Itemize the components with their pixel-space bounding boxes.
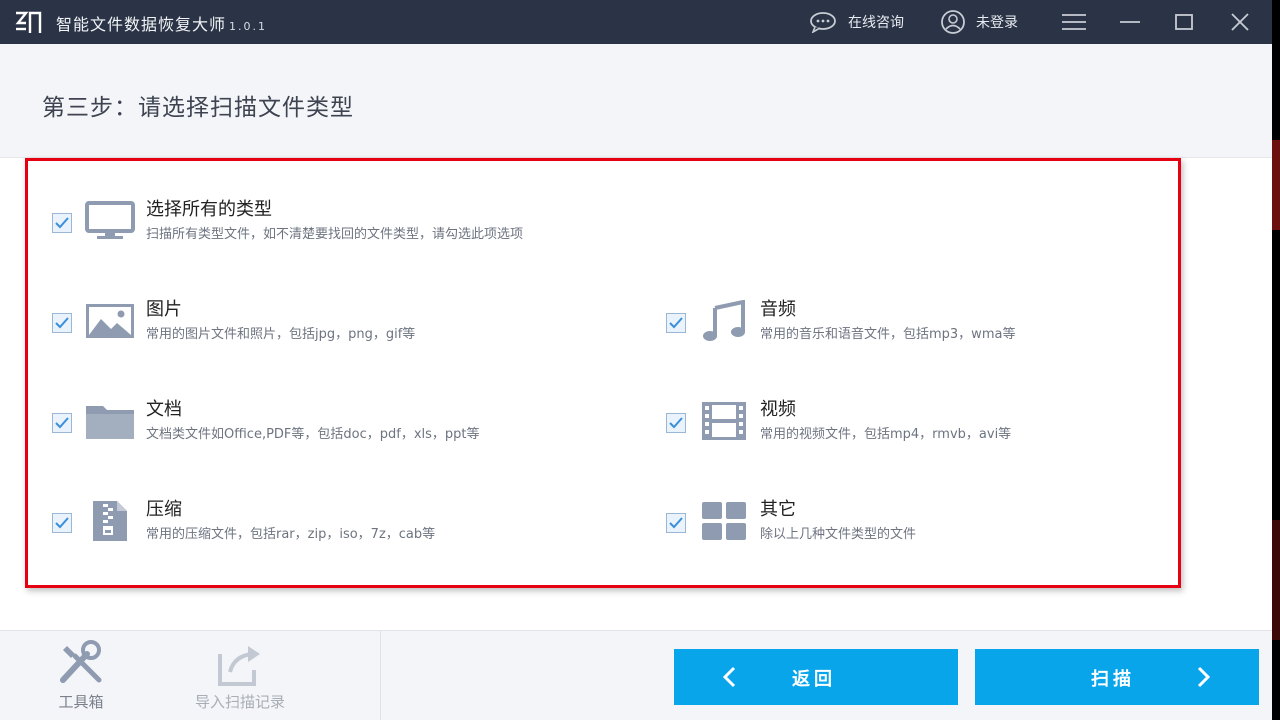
option-title: 文档 (146, 399, 182, 420)
checkbox-audio[interactable] (666, 313, 686, 333)
checkmark-icon (55, 517, 69, 529)
option-title: 视频 (760, 399, 796, 420)
import-scan-record-label: 导入扫描记录 (194, 693, 285, 711)
checkmark-icon (55, 317, 69, 329)
option-description: 扫描所有类型文件，如不清楚要找回的文件类型，请勾选此项选项 (146, 227, 524, 242)
option-title: 压缩 (146, 499, 182, 520)
checkmark-icon (55, 217, 69, 229)
online-consult-label: 在线咨询 (848, 15, 904, 31)
checkmark-icon (669, 517, 683, 529)
option-archive[interactable]: 压缩 常用的压缩文件，包括rar，zip，iso，7z，cab等 (52, 495, 612, 555)
option-description: 常用的压缩文件，包括rar，zip，iso，7z，cab等 (146, 527, 436, 542)
window-edge-strip (1272, 0, 1280, 720)
image-icon (84, 299, 136, 343)
option-title: 图片 (146, 299, 182, 320)
chevron-right-icon (1197, 666, 1211, 688)
option-other[interactable]: 其它 除以上几种文件类型的文件 (666, 495, 1146, 555)
maximize-icon (1175, 14, 1193, 30)
option-audio[interactable]: 音频 常用的音乐和语音文件，包括mp3，wma等 (666, 295, 1146, 355)
file-type-panel: 选择所有的类型 扫描所有类型文件，如不清楚要找回的文件类型，请勾选此项选项 图片… (25, 158, 1181, 588)
option-image[interactable]: 图片 常用的图片文件和照片，包括jpg，png，gif等 (52, 295, 612, 355)
checkmark-icon (669, 317, 683, 329)
option-description: 文档类文件如Office,PDF等，包括doc，pdf，xls，ppt等 (146, 427, 480, 442)
monitor-icon (84, 199, 136, 243)
option-title: 其它 (760, 499, 796, 520)
grid-icon (698, 499, 750, 543)
option-document[interactable]: 文档 文档类文件如Office,PDF等，包括doc，pdf，xls，ppt等 (52, 395, 612, 455)
option-description: 常用的图片文件和照片，包括jpg，png，gif等 (146, 327, 416, 342)
minimize-button[interactable] (1112, 6, 1148, 38)
checkbox-video[interactable] (666, 413, 686, 433)
title-bar: 智能文件数据恢复大师 1.0.1 在线咨询 未登录 (0, 0, 1272, 44)
scan-label: 扫描 (1091, 669, 1135, 689)
app-version: 1.0.1 (229, 20, 268, 33)
app-title: 智能文件数据恢复大师 1.0.1 (56, 15, 268, 34)
bottom-divider (380, 631, 381, 720)
menu-button[interactable] (1056, 6, 1092, 38)
option-all-types[interactable]: 选择所有的类型 扫描所有类型文件，如不清楚要找回的文件类型，请勾选此项选项 (52, 195, 752, 255)
option-description: 常用的视频文件，包括mp4，rmvb，avi等 (760, 427, 1012, 442)
close-icon (1231, 13, 1249, 31)
login-label: 未登录 (976, 15, 1018, 31)
bottom-bar: 工具箱 导入扫描记录 返回 扫描 (0, 630, 1272, 720)
back-label: 返回 (792, 669, 836, 689)
close-button[interactable] (1222, 6, 1258, 38)
checkbox-other[interactable] (666, 513, 686, 533)
film-icon (698, 399, 750, 443)
hamburger-menu-icon (1062, 14, 1086, 30)
music-note-icon (698, 299, 750, 343)
app-logo-icon (15, 11, 42, 33)
scan-button[interactable]: 扫描 (975, 649, 1259, 705)
checkbox-image[interactable] (52, 313, 72, 333)
checkbox-document[interactable] (52, 413, 72, 433)
login-button[interactable]: 未登录 (940, 10, 1018, 34)
user-avatar-icon (941, 10, 965, 34)
page-title: 第三步：请选择扫描文件类型 (42, 95, 354, 121)
checkbox-archive[interactable] (52, 513, 72, 533)
checkmark-icon (55, 417, 69, 429)
chevron-left-icon (722, 666, 736, 688)
option-description: 除以上几种文件类型的文件 (760, 527, 917, 542)
checkmark-icon (669, 417, 683, 429)
option-video[interactable]: 视频 常用的视频文件，包括mp4，rmvb，avi等 (666, 395, 1146, 455)
chat-bubble-icon (810, 12, 836, 33)
checkbox-all-types[interactable] (52, 213, 72, 233)
minimize-icon (1120, 21, 1140, 23)
online-consult-button[interactable]: 在线咨询 (808, 10, 904, 34)
option-title: 音频 (760, 299, 796, 320)
option-description: 常用的音乐和语音文件，包括mp3，wma等 (760, 327, 1016, 342)
toolbox-button[interactable]: 工具箱 (26, 639, 136, 719)
back-button[interactable]: 返回 (674, 649, 958, 705)
maximize-button[interactable] (1166, 6, 1202, 38)
export-share-icon (218, 646, 260, 686)
folder-icon (84, 399, 136, 443)
tools-icon (60, 640, 102, 683)
import-scan-record-button[interactable]: 导入扫描记录 (172, 639, 308, 719)
zip-icon (84, 499, 136, 543)
toolbox-label: 工具箱 (58, 693, 104, 711)
option-title: 选择所有的类型 (146, 199, 272, 220)
step-header: 第三步：请选择扫描文件类型 (0, 44, 1272, 158)
